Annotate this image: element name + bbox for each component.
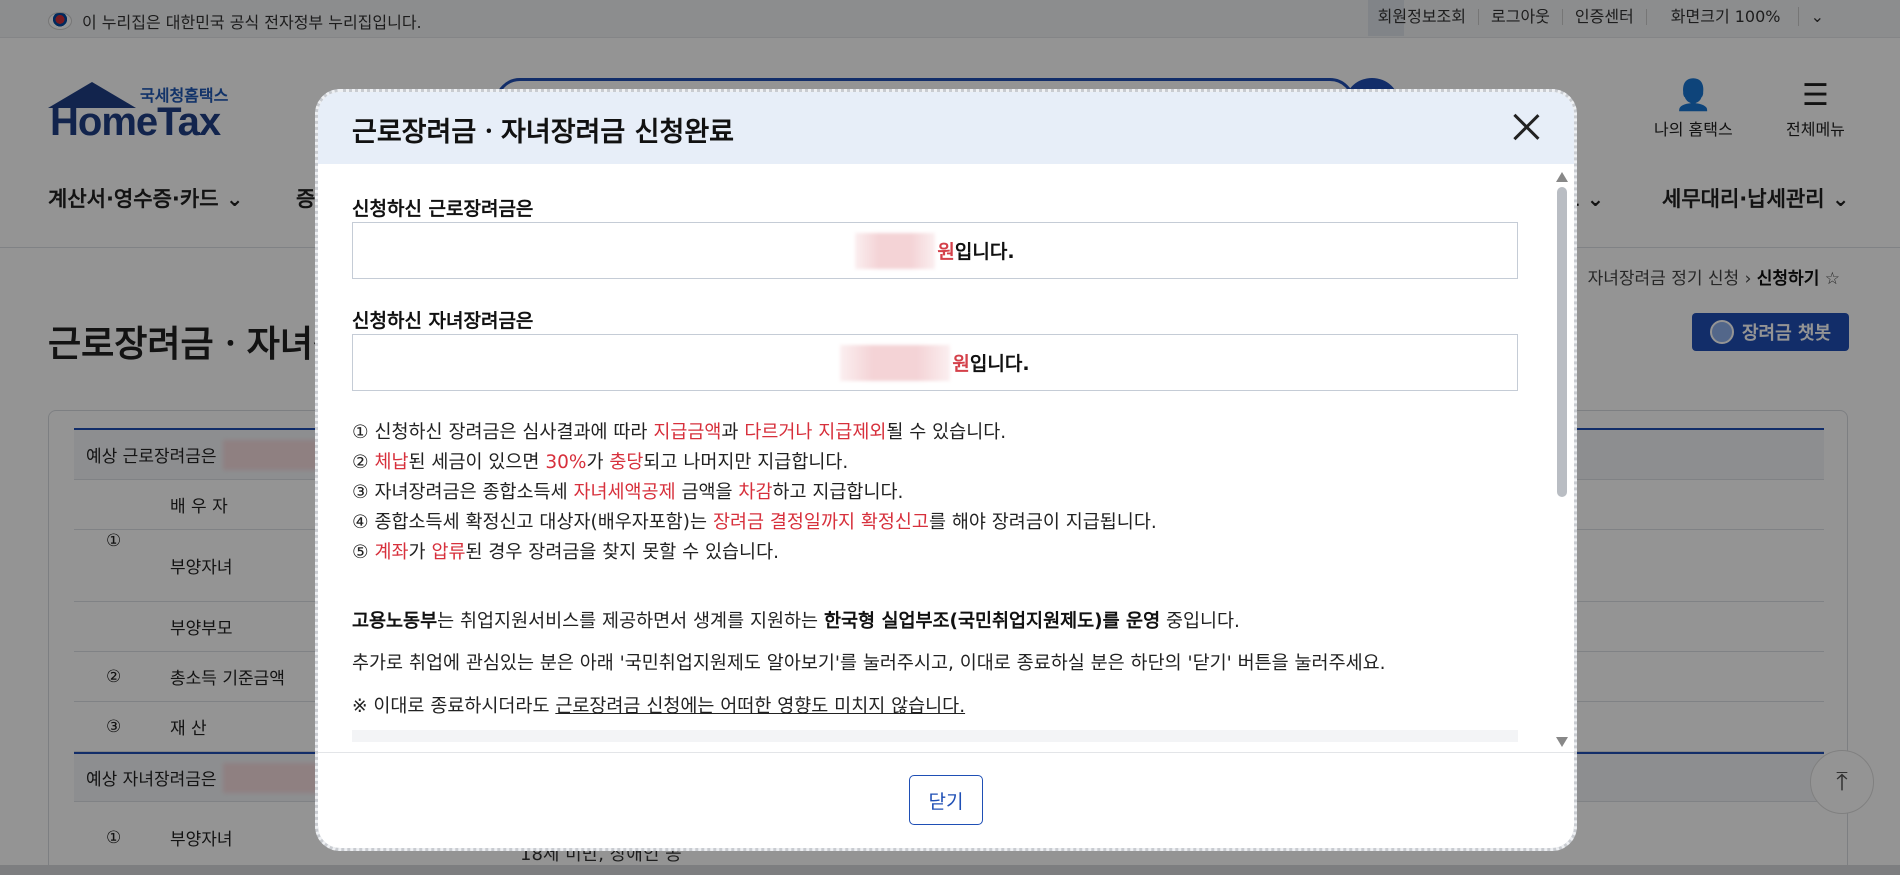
close-icon[interactable] bbox=[1506, 108, 1546, 148]
info-box bbox=[352, 730, 1518, 742]
list-item: ③ 자녀장려금은 종합소득세 자녀세액공제 금액을 차감하고 지급합니다. bbox=[352, 478, 1157, 508]
list-item: ② 체납된 세금이 있으면 30%가 충당되고 나머지만 지급합니다. bbox=[352, 448, 1157, 478]
list-item: ① 신청하신 장려금은 심사결과에 따라 지급금액과 다르거나 지급제외될 수 … bbox=[352, 418, 1157, 448]
note-text: 금액을 bbox=[675, 482, 739, 503]
item-number: ③ bbox=[352, 482, 369, 503]
program-name: 한국형 실업부조(국민취업지원제도)를 운영 bbox=[823, 611, 1161, 632]
note-text: 되고 나머지만 지급합니다. bbox=[643, 452, 849, 473]
note-text: 가 bbox=[586, 452, 610, 473]
note-highlight: 30% bbox=[545, 452, 587, 473]
won-unit: 원 bbox=[937, 241, 955, 263]
note-highlight: 체납 bbox=[374, 452, 409, 473]
scroll-up-arrow-icon[interactable] bbox=[1556, 172, 1568, 182]
note-highlight: 압류 bbox=[431, 542, 466, 563]
child-amount-box: 원 입니다. bbox=[352, 334, 1518, 391]
scrollbar-thumb[interactable] bbox=[1557, 187, 1567, 497]
intro-text: 는 취업지원서비스를 제공하면서 생계를 지원하는 bbox=[437, 611, 824, 632]
note-highlight: 계좌 bbox=[374, 542, 409, 563]
item-number: ② bbox=[352, 452, 369, 473]
item-number: ⑤ bbox=[352, 542, 369, 563]
item-number: ① bbox=[352, 422, 369, 443]
dialog-body[interactable]: 신청하신 근로장려금은 원 입니다. 신청하신 자녀장려금은 원 입니다. ① 신청… bbox=[352, 164, 1522, 742]
note-highlight: 다르거나 지급제외 bbox=[744, 422, 887, 443]
note-text: 될 수 있습니다. bbox=[886, 422, 1007, 443]
note-highlight: 충당 bbox=[609, 452, 644, 473]
note-text: 가 bbox=[408, 542, 432, 563]
child-amount-label: 신청하신 자녀장려금은 bbox=[352, 310, 534, 332]
note-highlight: 자녀세액공제 bbox=[573, 482, 676, 503]
intro-text-end: 중입니다. bbox=[1160, 611, 1240, 632]
note-text: 된 경우 장려금을 찾지 못할 수 있습니다. bbox=[465, 542, 779, 563]
redacted-amount bbox=[855, 232, 936, 269]
note-text: 하고 지급합니다. bbox=[772, 482, 904, 503]
note-text: 된 세금이 있으면 bbox=[408, 452, 546, 473]
redacted-amount bbox=[840, 344, 951, 381]
no-impact-notice: ※ 이대로 종료하시더라도 근로장려금 신청에는 어떠한 영향도 미치지 않습니… bbox=[352, 692, 965, 718]
employment-support-intro: 고용노동부는 취업지원서비스를 제공하면서 생계를 지원하는 한국형 실업부조(… bbox=[352, 607, 1240, 633]
list-item: ⑤ 계좌가 압류된 경우 장려금을 찾지 못할 수 있습니다. bbox=[352, 538, 1157, 568]
scroll-down-arrow-icon[interactable] bbox=[1556, 737, 1568, 747]
ministry-name: 고용노동부 bbox=[352, 611, 438, 632]
note-text: 과 bbox=[721, 422, 745, 443]
dialog-header: 근로장려금ㆍ자녀장려금 신청완료 bbox=[318, 92, 1574, 164]
note-text: 종합소득세 확정신고 대상자(배우자포함)는 bbox=[374, 512, 713, 533]
note-text: 를 해야 장려금이 지급됩니다. bbox=[928, 512, 1157, 533]
item-number: ④ bbox=[352, 512, 369, 533]
won-unit: 원 bbox=[952, 353, 970, 375]
dialog-footer: 닫기 bbox=[318, 752, 1574, 848]
close-button[interactable]: 닫기 bbox=[909, 775, 983, 825]
notice-prefix: ※ 이대로 종료하시더라도 bbox=[352, 696, 556, 717]
completion-dialog: 근로장려금ㆍ자녀장려금 신청완료 신청하신 근로장려금은 원 입니다. 신청하신 … bbox=[315, 89, 1577, 851]
dialog-scrollbar[interactable] bbox=[1554, 172, 1570, 747]
amount-suffix: 입니다. bbox=[969, 353, 1030, 375]
note-text: 자녀장려금은 종합소득세 bbox=[374, 482, 574, 503]
earned-amount-box: 원 입니다. bbox=[352, 222, 1518, 279]
notice-underlined: 근로장려금 신청에는 어떠한 영향도 미치지 않습니다. bbox=[555, 696, 966, 717]
employment-support-guide: 추가로 취업에 관심있는 분은 아래 '국민취업지원제도 알아보기'를 눌러주시… bbox=[352, 653, 1386, 674]
dialog-title: 근로장려금ㆍ자녀장려금 신청완료 bbox=[352, 117, 734, 148]
note-highlight: 지급금액 bbox=[653, 422, 722, 443]
note-highlight: 차감 bbox=[738, 482, 773, 503]
earned-amount-label: 신청하신 근로장려금은 bbox=[352, 198, 534, 220]
amount-suffix: 입니다. bbox=[954, 241, 1015, 263]
note-highlight: 장려금 결정일까지 확정신고 bbox=[712, 512, 929, 533]
note-text: 신청하신 장려금은 심사결과에 따라 bbox=[374, 422, 654, 443]
list-item: ④ 종합소득세 확정신고 대상자(배우자포함)는 장려금 결정일까지 확정신고를… bbox=[352, 508, 1157, 538]
notice-list: ① 신청하신 장려금은 심사결과에 따라 지급금액과 다르거나 지급제외될 수 … bbox=[352, 418, 1157, 568]
